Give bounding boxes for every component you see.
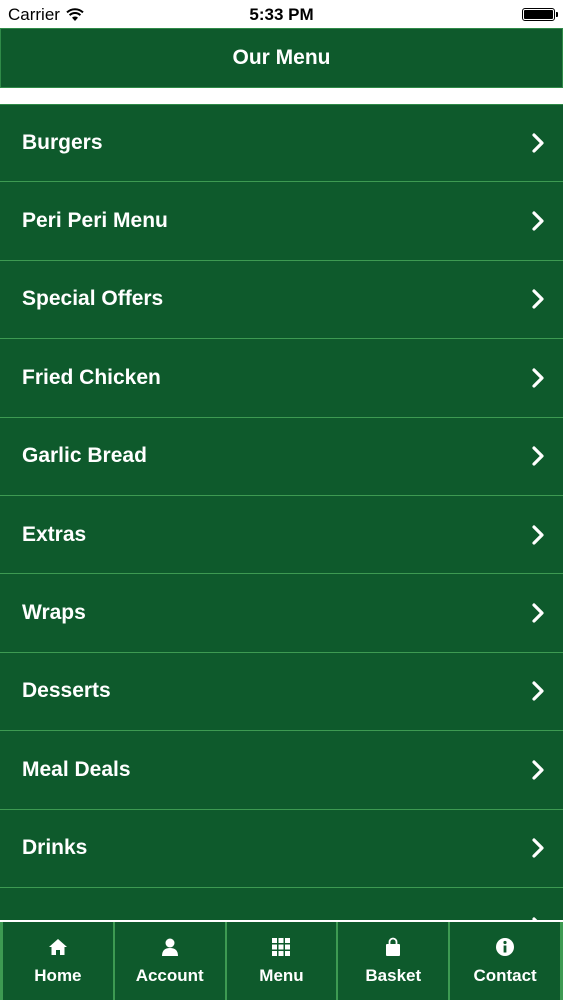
chevron-right-icon [532, 603, 544, 623]
tab-menu[interactable]: Menu [225, 922, 338, 1000]
menu-list: Burgers Peri Peri Menu Special Offers Fr… [0, 104, 563, 920]
chevron-right-icon [532, 289, 544, 310]
menu-item-wraps[interactable]: Wraps [0, 574, 563, 653]
chevron-right-icon [532, 525, 544, 545]
menu-item-garlic-bread[interactable]: Garlic Bread [0, 418, 563, 496]
tab-label: Menu [259, 966, 304, 985]
grid-icon [270, 936, 292, 958]
tab-label: Basket [365, 966, 422, 985]
tab-label: Contact [473, 966, 537, 985]
info-icon [494, 936, 516, 958]
chevron-right-icon [532, 368, 544, 388]
menu-item-label: Drinks [22, 836, 88, 860]
menu-item-special-offers[interactable]: Special Offers [0, 261, 563, 340]
chevron-right-icon [532, 838, 544, 858]
tab-contact[interactable]: Contact [449, 922, 563, 1000]
menu-item-label: Burgers [22, 131, 103, 155]
chevron-right-icon [532, 760, 544, 780]
menu-item-label: Garlic Bread [22, 444, 147, 468]
menu-item-desserts[interactable]: Desserts [0, 653, 563, 732]
menu-item-label: Peri Peri Menu [22, 209, 168, 233]
user-icon [159, 936, 181, 958]
tab-bar: Home Account Menu Basket Contact [0, 920, 563, 1000]
menu-item-label: Fried Chicken [22, 365, 161, 389]
chevron-right-icon [532, 211, 544, 231]
menu-item-fried-chicken[interactable]: Fried Chicken [0, 339, 563, 418]
menu-item-label: Special Offers [22, 287, 164, 311]
tab-label: Account [135, 966, 204, 985]
tab-account[interactable]: Account [113, 922, 226, 1000]
battery-level [524, 10, 553, 19]
menu-item-burgers[interactable]: Burgers [0, 104, 563, 183]
home-icon [47, 936, 69, 958]
shopping-bag-icon [382, 936, 404, 958]
page-title: Our Menu [232, 46, 331, 69]
menu-item-label: Desserts [22, 679, 111, 703]
chevron-right-icon [532, 133, 544, 153]
menu-item-partial[interactable] [0, 888, 563, 920]
menu-item-meal-deals[interactable]: Meal Deals [0, 731, 563, 810]
menu-item-label: Meal Deals [22, 757, 131, 781]
tab-basket[interactable]: Basket [337, 922, 450, 1000]
battery-full-icon [522, 8, 558, 21]
menu-item-peri-peri-menu[interactable]: Peri Peri Menu [0, 182, 563, 261]
status-bar: Carrier 5:33 PM [0, 0, 563, 28]
status-time: 5:33 PM [249, 5, 314, 24]
app-header: Our Menu [0, 28, 563, 88]
tab-label: Home [34, 966, 82, 985]
menu-item-extras[interactable]: Extras [0, 496, 563, 575]
chevron-right-icon [532, 446, 544, 466]
menu-item-label: Extras [22, 522, 87, 546]
tab-home[interactable]: Home [0, 922, 114, 1000]
menu-item-label: Wraps [22, 601, 86, 625]
menu-item-drinks[interactable]: Drinks [0, 810, 563, 888]
chevron-right-icon [532, 681, 544, 702]
